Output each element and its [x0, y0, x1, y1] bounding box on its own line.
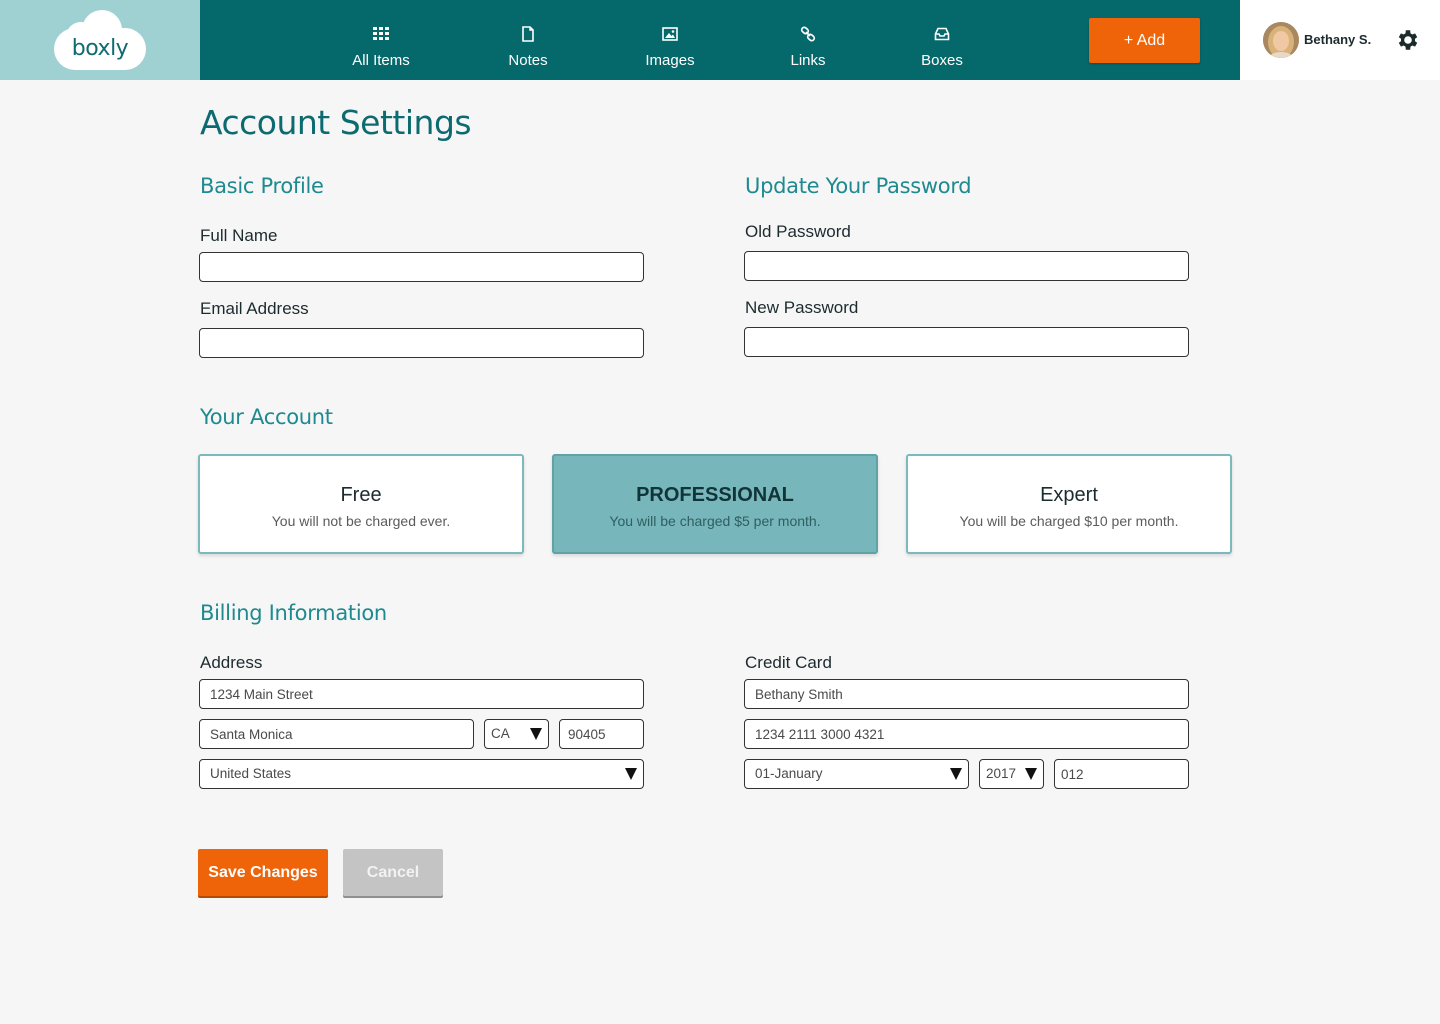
plan-professional-card[interactable]: PROFESSIONAL You will be charged $5 per … — [552, 454, 878, 554]
user-name: Bethany S. — [1304, 32, 1372, 47]
plan-free-card[interactable]: Free You will not be charged ever. — [198, 454, 524, 554]
save-changes-button[interactable]: Save Changes — [198, 849, 328, 896]
nav-label: Links — [790, 52, 826, 69]
plan-name: Expert — [1040, 484, 1098, 506]
page-title: Account Settings — [200, 103, 472, 142]
street-input[interactable] — [199, 679, 644, 709]
add-button[interactable]: + Add — [1089, 18, 1200, 63]
user-bar: Bethany S. — [1240, 0, 1440, 80]
card-number-input[interactable] — [744, 719, 1189, 749]
avatar[interactable] — [1263, 22, 1299, 58]
plan-expert-card[interactable]: Expert You will be charged $10 per month… — [906, 454, 1232, 554]
document-icon — [522, 26, 534, 42]
exp-month-select[interactable]: 01-January — [744, 759, 969, 789]
new-password-input[interactable] — [744, 327, 1189, 357]
email-label: Email Address — [200, 299, 309, 318]
exp-year-value: 2017 — [986, 766, 1017, 781]
full-name-label: Full Name — [200, 226, 278, 245]
country-select[interactable]: United States — [199, 759, 644, 789]
your-account-heading: Your Account — [200, 405, 333, 429]
basic-profile-heading: Basic Profile — [200, 174, 324, 198]
boxly-logo[interactable]: boxly — [54, 10, 146, 70]
exp-year-select[interactable]: 2017 — [979, 759, 1044, 789]
old-password-input[interactable] — [744, 251, 1189, 281]
grid-icon — [373, 27, 389, 40]
chevron-down-icon — [1025, 768, 1037, 780]
chevron-down-icon — [530, 728, 542, 740]
country-value: United States — [210, 766, 292, 781]
logo-text: boxly — [71, 36, 129, 61]
plan-description: You will be charged $10 per month. — [959, 513, 1179, 529]
gear-icon[interactable] — [1395, 27, 1421, 53]
new-password-label: New Password — [745, 298, 859, 317]
state-value: CA — [491, 726, 510, 741]
nav-boxes[interactable]: Boxes — [902, 0, 982, 80]
nav-notes[interactable]: Notes — [483, 0, 573, 80]
inbox-icon — [934, 27, 950, 41]
nav-label: All Items — [352, 52, 410, 69]
cvv-input[interactable] — [1054, 759, 1189, 789]
old-password-label: Old Password — [745, 222, 851, 241]
plan-name: PROFESSIONAL — [636, 484, 794, 506]
city-input[interactable] — [199, 719, 474, 749]
exp-month-value: 01-January — [755, 766, 823, 781]
nav-links[interactable]: Links — [768, 0, 848, 80]
address-label: Address — [200, 653, 263, 672]
chevron-down-icon — [950, 768, 962, 780]
nav-label: Notes — [508, 52, 548, 69]
top-navigation: All Items Notes Images Links Boxes + Add — [200, 0, 1240, 80]
nav-label: Boxes — [921, 52, 963, 69]
nav-all-items[interactable]: All Items — [331, 0, 431, 80]
plan-name: Free — [340, 484, 382, 506]
state-select[interactable]: CA — [484, 719, 549, 749]
email-input[interactable] — [199, 328, 644, 358]
full-name-input[interactable] — [199, 252, 644, 282]
link-icon — [800, 26, 816, 42]
image-icon — [662, 27, 678, 41]
billing-heading: Billing Information — [200, 601, 387, 625]
plan-description: You will be charged $5 per month. — [609, 513, 821, 529]
credit-card-label: Credit Card — [745, 653, 832, 672]
logo-area: boxly — [0, 0, 200, 80]
cancel-button[interactable]: Cancel — [343, 849, 443, 896]
update-password-heading: Update Your Password — [745, 174, 972, 198]
plan-description: You will not be charged ever. — [271, 513, 451, 529]
nav-images[interactable]: Images — [625, 0, 715, 80]
zip-input[interactable] — [559, 719, 644, 749]
chevron-down-icon — [625, 768, 637, 780]
card-name-input[interactable] — [744, 679, 1189, 709]
nav-label: Images — [645, 52, 695, 69]
